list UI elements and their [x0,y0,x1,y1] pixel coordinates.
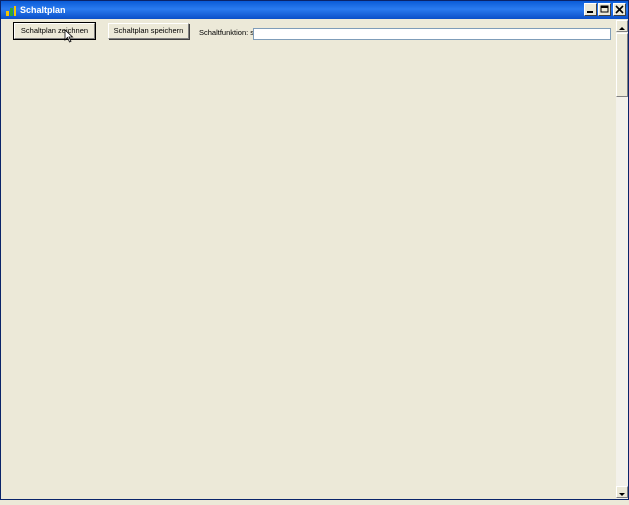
arrow-down-icon [619,493,625,496]
title-bar[interactable]: Schaltplan [1,1,628,19]
draw-circuit-button[interactable]: Schaltplan zeichnen [13,22,96,40]
minimize-button[interactable] [584,3,597,16]
app-icon [5,4,17,16]
close-icon [615,5,624,14]
maximize-icon [600,5,609,13]
drawing-canvas[interactable] [1,45,615,499]
vertical-scrollbar[interactable] [616,20,628,499]
save-circuit-button[interactable]: Schaltplan speichern [108,23,189,39]
mouse-pointer-icon [64,29,74,48]
function-label: Schaltfunktion: s= [199,28,259,37]
scroll-down-button[interactable] [616,486,628,498]
maximize-button[interactable] [598,3,611,16]
close-button[interactable] [613,3,626,16]
scrollbar-thumb[interactable] [616,33,628,97]
window-title: Schaltplan [20,5,66,15]
function-input[interactable] [253,28,611,40]
app-window: Schaltplan Schaltplan zeichnen Schaltpla… [0,0,629,500]
minimize-icon [587,11,593,13]
scroll-up-button[interactable] [616,20,628,32]
